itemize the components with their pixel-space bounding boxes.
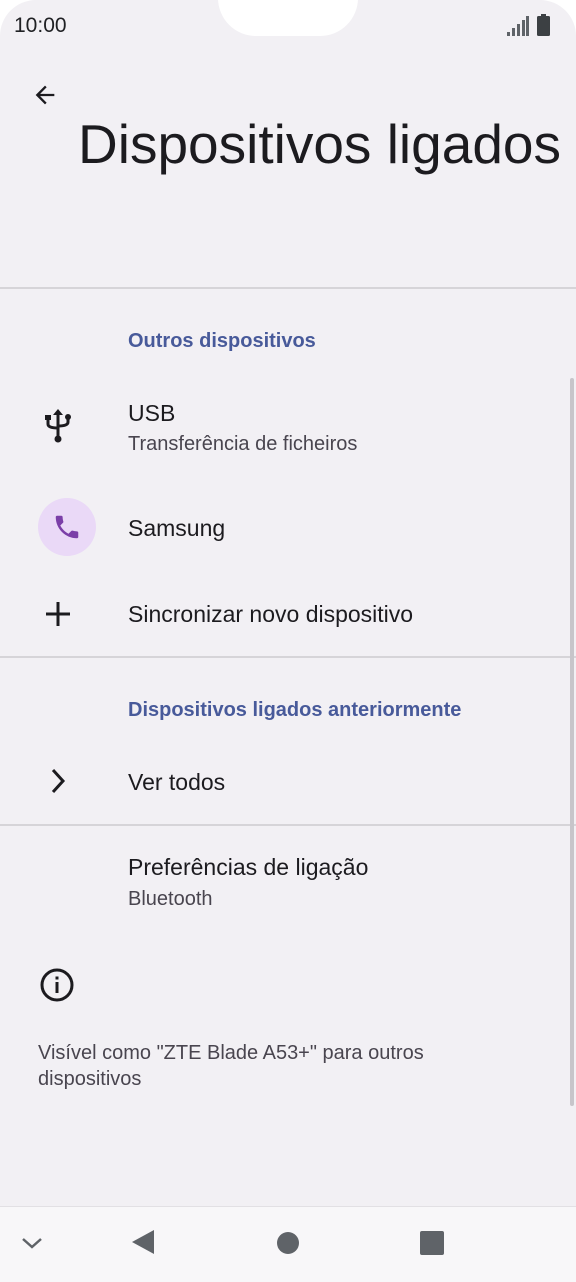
header-divider: [0, 287, 576, 289]
camera-notch: [218, 0, 358, 36]
arrow-left-icon: [31, 81, 59, 114]
section-divider-2: [0, 824, 576, 826]
back-button[interactable]: [26, 78, 64, 116]
see-all-title: Ver todos: [128, 769, 226, 795]
phone-icon: [38, 498, 96, 556]
square-recents-icon: [420, 1230, 444, 1260]
chevron-right-icon: [44, 766, 72, 796]
connection-preferences-row[interactable]: Preferências de ligação Bluetooth: [0, 842, 576, 922]
connection-preferences-subtitle: Bluetooth: [128, 888, 213, 910]
usb-icon: [42, 408, 74, 444]
hide-nav-button[interactable]: [16, 1229, 48, 1261]
chevron-down-icon: [20, 1236, 44, 1255]
battery-icon: [537, 14, 550, 41]
cellular-signal-icon: [507, 16, 529, 41]
section-divider-1: [0, 656, 576, 658]
visibility-info-text: Visível como "ZTE Blade A53+" para outro…: [38, 1042, 424, 1090]
navigation-bar: [0, 1206, 576, 1282]
usb-row[interactable]: USB Transferência de ficheiros: [0, 388, 576, 472]
plus-icon: [42, 598, 74, 630]
info-icon: [38, 966, 76, 1004]
see-all-row[interactable]: Ver todos: [0, 748, 576, 816]
page-title: Dispositivos ligados: [78, 113, 561, 175]
screen: 10:00 Dispositivos ligados Outros dispos…: [0, 0, 576, 1282]
section-header-previous-devices: Dispositivos ligados anteriormente: [128, 699, 462, 721]
usb-title: USB: [128, 400, 176, 426]
status-time: 10:00: [14, 14, 67, 37]
connection-preferences-title: Preferências de ligação: [128, 854, 369, 880]
samsung-device-row[interactable]: Samsung: [0, 492, 576, 566]
usb-subtitle: Transferência de ficheiros: [128, 433, 358, 455]
nav-home-button[interactable]: [270, 1227, 306, 1263]
pair-new-device-row[interactable]: Sincronizar novo dispositivo: [0, 580, 576, 648]
status-icons: [507, 14, 550, 41]
triangle-back-icon: [130, 1228, 156, 1261]
nav-recents-button[interactable]: [414, 1227, 450, 1263]
samsung-title: Samsung: [128, 515, 226, 541]
pair-new-device-title: Sincronizar novo dispositivo: [128, 601, 414, 627]
section-header-other-devices: Outros dispositivos: [128, 330, 316, 352]
scrollbar[interactable]: [570, 378, 574, 1106]
circle-home-icon: [276, 1231, 300, 1260]
nav-back-button[interactable]: [126, 1227, 160, 1261]
